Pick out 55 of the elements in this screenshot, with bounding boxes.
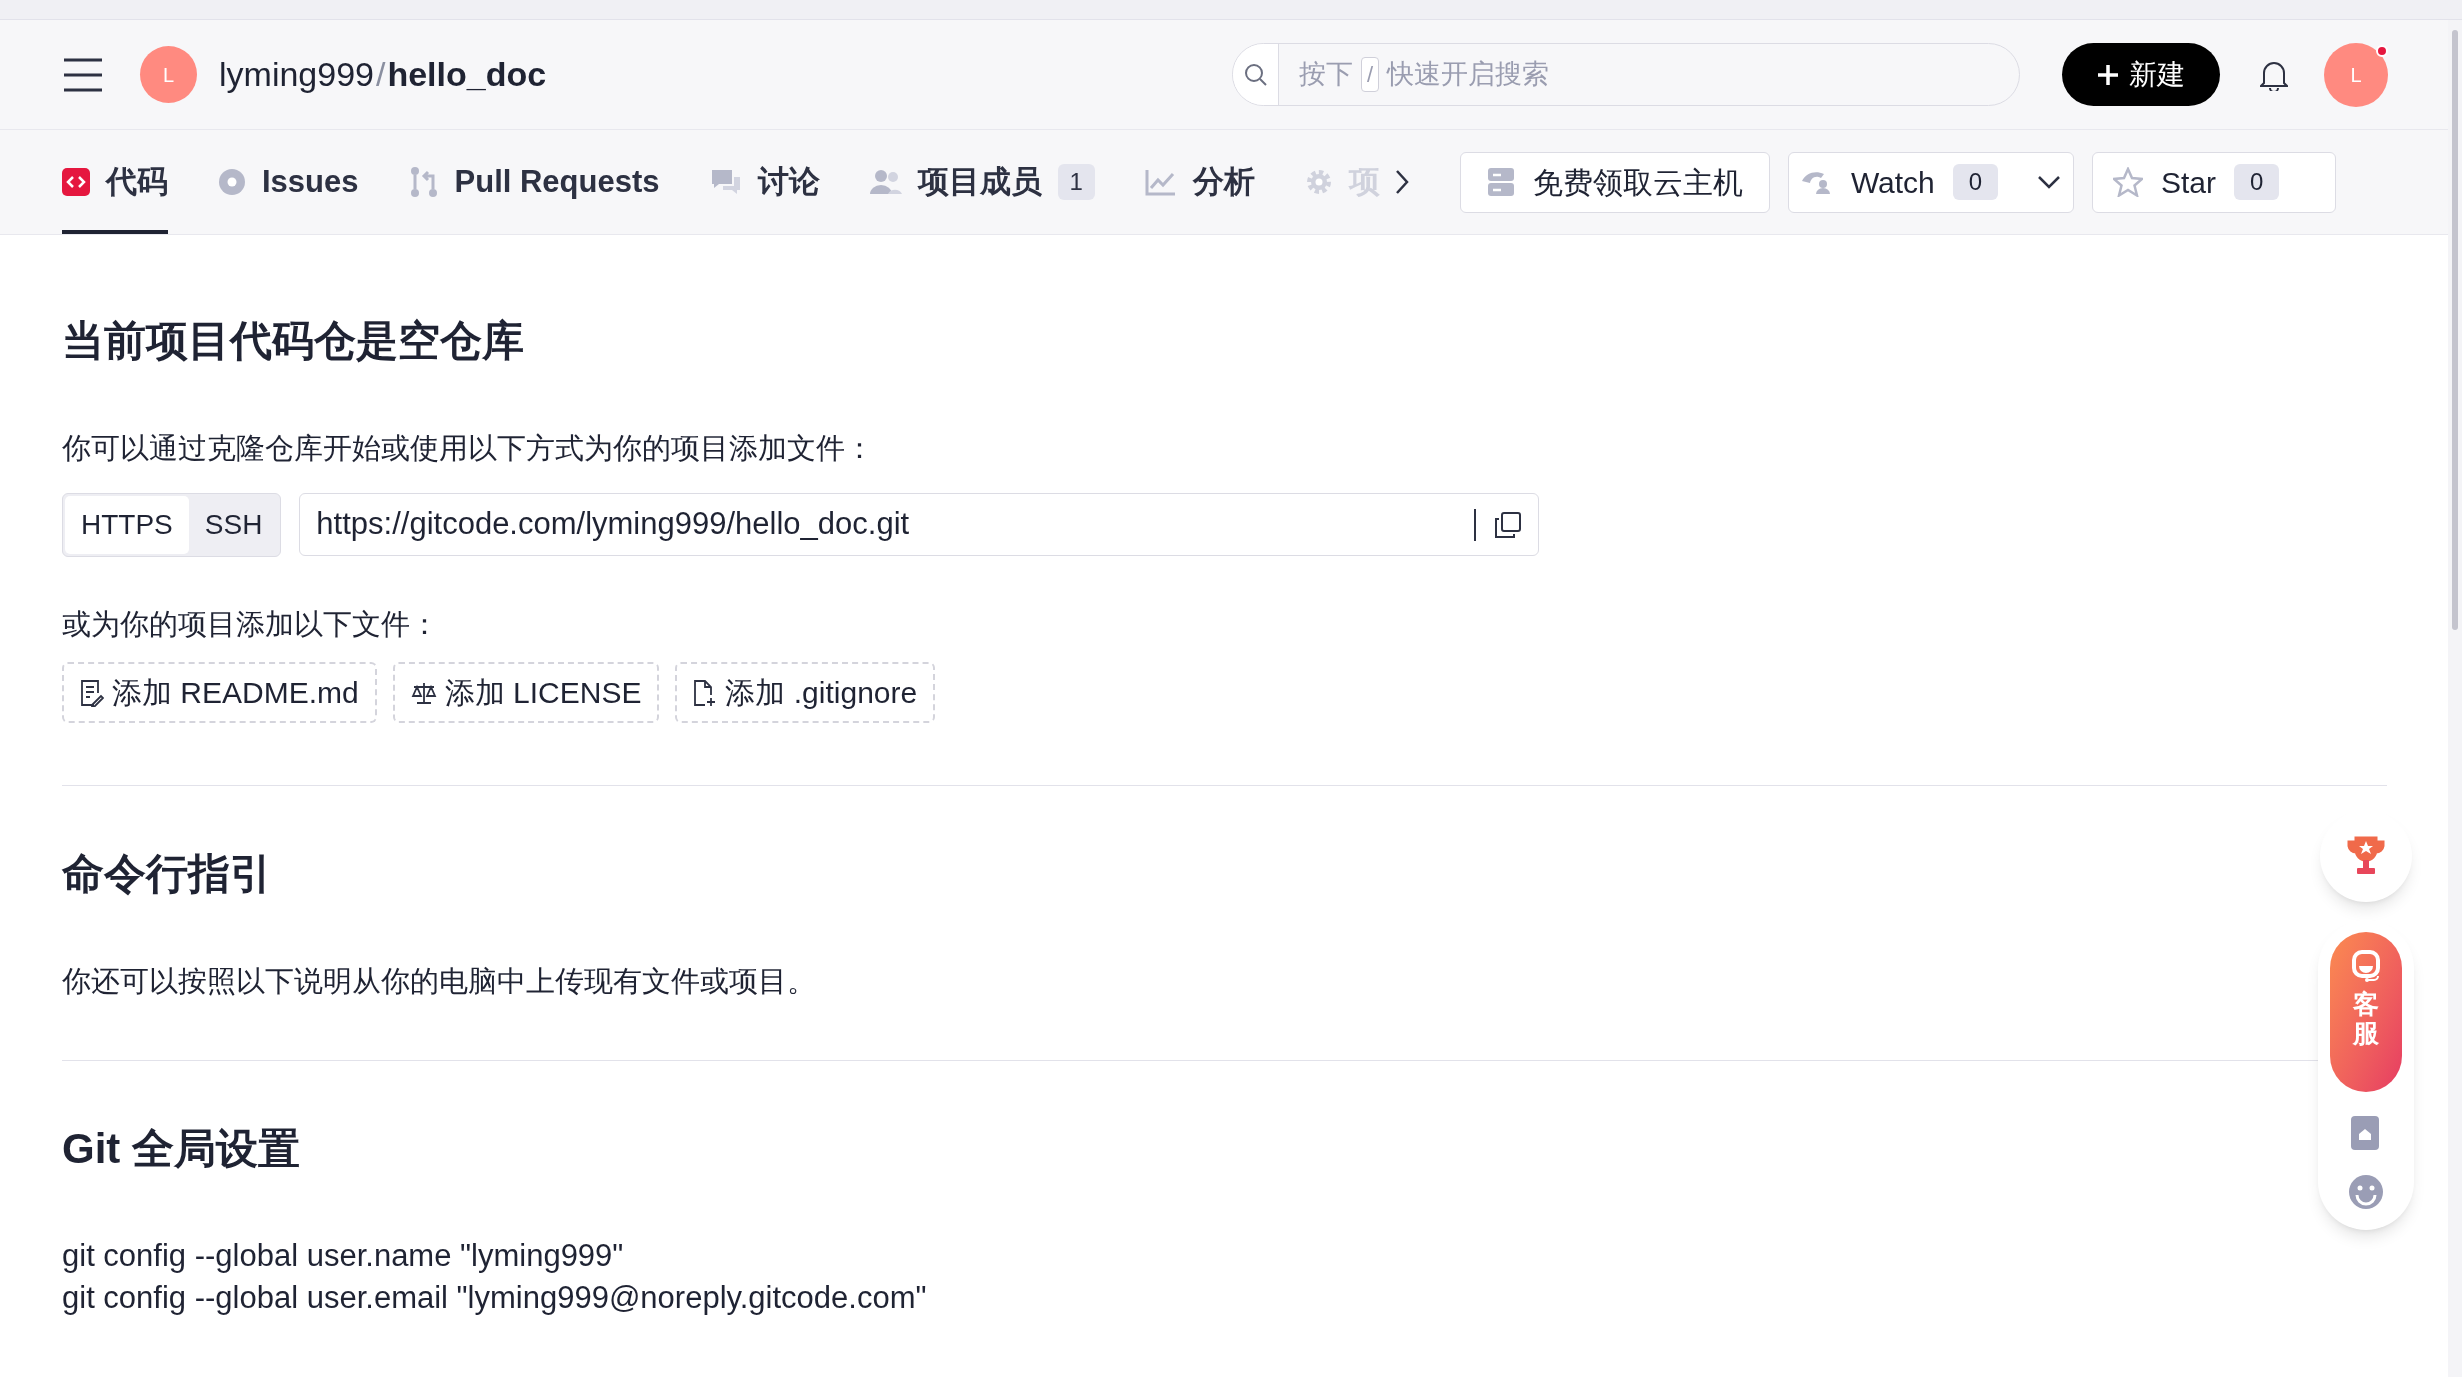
star-button[interactable]: Star 0 bbox=[2091, 151, 2336, 213]
path-separator: / bbox=[376, 54, 386, 95]
pull-request-icon bbox=[408, 166, 439, 198]
line-chart-icon bbox=[1144, 168, 1177, 196]
smiley-icon[interactable] bbox=[2348, 1174, 2384, 1210]
file-add-icon bbox=[693, 678, 718, 707]
clone-url: https://gitcode.com/lyming999/hello_doc.git bbox=[316, 505, 910, 544]
new-button[interactable]: 新建 bbox=[2062, 43, 2220, 106]
repo-link[interactable]: hello_doc bbox=[387, 49, 547, 100]
menu-icon[interactable] bbox=[62, 56, 104, 93]
clone-url-field[interactable]: https://gitcode.com/lyming999/hello_doc.git bbox=[299, 493, 1540, 556]
gear-icon bbox=[1304, 168, 1333, 196]
search-icon bbox=[1243, 62, 1268, 87]
copy-icon[interactable] bbox=[1494, 510, 1523, 539]
section-heading: Git 全局设置 bbox=[62, 1123, 300, 1174]
command-line: git config --global user.name "lyming999" bbox=[62, 1236, 624, 1275]
nav-tab[interactable]: Pull Requests bbox=[408, 130, 660, 234]
chevron-right-icon[interactable] bbox=[1393, 169, 1410, 195]
add-file-button[interactable]: 添加 LICENSE bbox=[392, 662, 660, 723]
member-count: 1 bbox=[1057, 164, 1095, 200]
search-hint: 按下 bbox=[1299, 58, 1353, 92]
trophy-icon bbox=[2347, 836, 2385, 876]
watch-button[interactable]: Watch 0 bbox=[1787, 151, 2074, 213]
code-icon bbox=[62, 168, 90, 196]
section-heading: 命令行指引 bbox=[62, 849, 272, 899]
document-edit-icon bbox=[80, 678, 104, 707]
nav-tab[interactable]: 代码 bbox=[62, 130, 168, 234]
star-count: 0 bbox=[2233, 164, 2280, 200]
add-file-button[interactable]: 添加 .gitignore bbox=[675, 662, 936, 723]
server-icon bbox=[1486, 167, 1515, 197]
add-file-button[interactable]: 添加 README.md bbox=[62, 662, 377, 723]
nav-tab[interactable]: 讨论 bbox=[709, 130, 820, 234]
customer-service-label: 客服 bbox=[2353, 990, 2379, 1048]
watch-count: 0 bbox=[1952, 164, 1999, 200]
cloud-button[interactable]: 免费领取云主机 bbox=[1459, 151, 1770, 213]
scale-icon bbox=[410, 680, 437, 705]
add-files-text: 或为你的项目添加以下文件： bbox=[62, 606, 439, 642]
key-hint: / bbox=[1361, 57, 1380, 92]
search-placeholder: 快速开启搜索 bbox=[1387, 58, 1550, 92]
nav-tab[interactable]: 分析 bbox=[1144, 130, 1255, 234]
chat-bubbles-icon bbox=[709, 168, 742, 196]
nav-tab[interactable]: Issues bbox=[218, 130, 359, 234]
people-icon bbox=[869, 168, 902, 196]
chevron-down-icon[interactable] bbox=[2036, 175, 2061, 189]
nav-tab[interactable]: 项目成员 1 bbox=[869, 130, 1095, 234]
circle-dot-icon bbox=[218, 168, 246, 196]
plus-icon bbox=[2097, 63, 2119, 86]
command-line: git config --global user.email "lyming999@noreply.gitcode.com" bbox=[62, 1278, 927, 1317]
protocol-tab[interactable]: SSH bbox=[188, 495, 279, 554]
star-icon bbox=[2112, 167, 2143, 197]
section-heading: 当前项目代码仓是空仓库 bbox=[62, 316, 524, 366]
protocol-tab[interactable]: HTTPS bbox=[65, 495, 189, 554]
owner-link[interactable]: lyming999 bbox=[219, 49, 374, 100]
cli-description: 你还可以按照以下说明从你的电脑中上传现有文件或项目。 bbox=[62, 964, 816, 999]
intro-text: 你可以通过克隆仓库开始或使用以下方式为你的项目添加文件： bbox=[62, 431, 874, 466]
